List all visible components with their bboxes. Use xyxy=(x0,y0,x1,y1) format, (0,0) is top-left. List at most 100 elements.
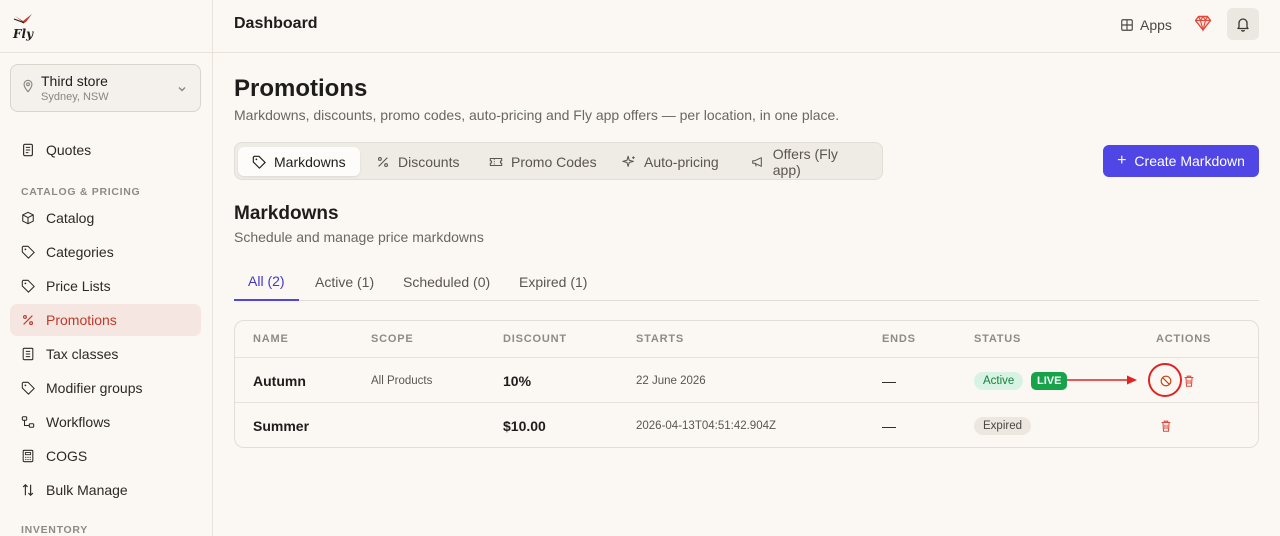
tab-discounts[interactable]: Discounts xyxy=(362,147,473,176)
megaphone-icon xyxy=(752,156,762,167)
column-header-starts: STARTS xyxy=(636,333,684,345)
workflow-icon xyxy=(21,416,35,428)
table-row[interactable]: Autumn All Products 10% 22 June 2026 — A… xyxy=(235,357,1258,402)
fly-logo[interactable]: Fly xyxy=(12,11,36,41)
column-header-scope: SCOPE xyxy=(371,333,414,345)
promotion-type-tabs: Markdowns Discounts Promo Codes Auto-pri… xyxy=(234,142,883,180)
annotation-circle xyxy=(1148,363,1182,397)
grid-icon xyxy=(1121,19,1133,31)
annotation-arrow-icon xyxy=(1067,375,1137,385)
tag-icon xyxy=(252,155,266,169)
tag-icon xyxy=(21,381,35,395)
notifications-button[interactable] xyxy=(1227,8,1259,40)
tab-label: Auto-pricing xyxy=(644,153,719,170)
status-filter-tabs: All (2) Active (1) Scheduled (0) Expired… xyxy=(234,262,1259,301)
cell-name: Autumn xyxy=(253,373,306,389)
sidebar-item-bulk-manage[interactable]: Bulk Manage xyxy=(10,474,201,506)
column-header-ends: ENDS xyxy=(882,333,916,345)
sidebar-item-label: COGS xyxy=(46,448,88,464)
trash-icon[interactable] xyxy=(1159,419,1173,433)
sidebar-section-inventory: INVENTORY xyxy=(21,524,88,536)
sparkle-icon xyxy=(622,155,635,167)
tab-label: Promo Codes xyxy=(511,153,597,170)
cell-name: Summer xyxy=(253,418,310,434)
status-badge: Active xyxy=(974,372,1024,390)
calculator-icon xyxy=(22,449,34,463)
cell-ends: — xyxy=(882,373,896,389)
chevron-down-icon xyxy=(178,87,186,92)
topbar: Dashboard Apps xyxy=(213,0,1280,53)
percent-icon xyxy=(22,314,34,326)
tab-offers-fly-app[interactable]: Offers (Fly app) xyxy=(737,145,882,178)
page-subtitle: Markdowns, discounts, promo codes, auto-… xyxy=(234,107,840,123)
bell-icon xyxy=(1237,18,1249,32)
plus-icon: + xyxy=(1117,152,1127,169)
status-badge: Expired xyxy=(974,417,1031,435)
column-header-name: NAME xyxy=(253,333,289,345)
logo-area: Fly xyxy=(0,0,212,53)
section-title: Markdowns xyxy=(234,203,339,224)
cell-discount: 10% xyxy=(503,373,532,389)
column-header-actions: ACTIONS xyxy=(1156,333,1212,345)
sidebar-section-catalog-pricing: CATALOG & PRICING xyxy=(21,186,141,198)
cell-starts: 2026-04-13T04:51:42.904Z xyxy=(636,420,777,432)
sidebar-item-cogs[interactable]: COGS xyxy=(10,440,201,472)
subtab-expired[interactable]: Expired (1) xyxy=(505,262,601,301)
create-markdown-button[interactable]: + Create Markdown xyxy=(1103,145,1259,177)
sidebar: Fly Third store Sydney, NSW Quotes CATAL… xyxy=(0,0,213,536)
column-header-discount: DISCOUNT xyxy=(503,333,567,345)
sidebar-item-catalog[interactable]: Catalog xyxy=(10,202,201,234)
sidebar-item-label: Categories xyxy=(46,244,114,260)
sidebar-item-label: Quotes xyxy=(46,142,92,158)
subtab-scheduled[interactable]: Scheduled (0) xyxy=(389,262,504,301)
sidebar-item-label: Bulk Manage xyxy=(46,482,128,498)
store-switcher[interactable]: Third store Sydney, NSW xyxy=(10,64,201,112)
sidebar-item-label: Modifier groups xyxy=(46,380,143,396)
apps-button[interactable]: Apps xyxy=(1120,14,1172,36)
tab-label: Offers (Fly app) xyxy=(772,145,838,178)
section-subtitle: Schedule and manage price markdowns xyxy=(234,229,484,245)
sidebar-item-modifier-groups[interactable]: Modifier groups xyxy=(10,372,201,404)
cell-starts: 22 June 2026 xyxy=(636,375,706,387)
store-name: Third store xyxy=(41,72,108,89)
percent-icon xyxy=(378,156,388,167)
tab-label: Markdowns xyxy=(274,153,346,170)
subtab-active[interactable]: Active (1) xyxy=(301,262,388,301)
sort-arrows-icon xyxy=(22,483,34,497)
apps-label: Apps xyxy=(1140,17,1172,33)
column-header-status: STATUS xyxy=(974,333,1022,345)
sidebar-item-label: Catalog xyxy=(46,210,95,226)
tab-label: Discounts xyxy=(398,153,460,170)
sidebar-item-price-lists[interactable]: Price Lists xyxy=(10,270,201,302)
trash-icon[interactable] xyxy=(1182,374,1196,388)
tab-auto-pricing[interactable]: Auto-pricing xyxy=(608,147,733,176)
box-icon xyxy=(22,211,34,225)
sidebar-item-categories[interactable]: Categories xyxy=(10,236,201,268)
tab-markdowns[interactable]: Markdowns xyxy=(238,147,360,176)
sidebar-item-label: Price Lists xyxy=(46,278,111,294)
live-badge: LIVE xyxy=(1031,372,1068,390)
store-location: Sydney, NSW xyxy=(41,90,109,103)
cell-scope: All Products xyxy=(371,375,433,387)
tab-promo-codes[interactable]: Promo Codes xyxy=(475,147,611,176)
ticket-icon xyxy=(489,157,503,166)
sidebar-item-tax-classes[interactable]: Tax classes xyxy=(10,338,201,370)
sidebar-item-label: Workflows xyxy=(46,414,111,430)
cell-ends: — xyxy=(882,418,896,434)
table-row[interactable]: Summer $10.00 2026-04-13T04:51:42.904Z —… xyxy=(235,402,1258,447)
sidebar-item-label: Promotions xyxy=(46,312,117,328)
sidebar-item-promotions[interactable]: Promotions xyxy=(10,304,201,336)
markdowns-table: NAME SCOPE DISCOUNT STARTS ENDS STATUS A… xyxy=(234,320,1259,448)
location-pin-icon xyxy=(23,79,33,93)
sidebar-item-quotes[interactable]: Quotes xyxy=(10,134,201,166)
sidebar-item-label: Tax classes xyxy=(46,346,119,362)
gem-icon[interactable] xyxy=(1194,14,1212,32)
svg-text:Fly: Fly xyxy=(12,27,34,41)
tag-icon xyxy=(21,279,35,293)
receipt-icon xyxy=(22,347,34,361)
document-icon xyxy=(23,143,33,157)
cell-discount: $10.00 xyxy=(503,418,546,434)
sidebar-item-workflows[interactable]: Workflows xyxy=(10,406,201,438)
subtab-all[interactable]: All (2) xyxy=(234,262,299,301)
topbar-title: Dashboard xyxy=(234,15,318,32)
